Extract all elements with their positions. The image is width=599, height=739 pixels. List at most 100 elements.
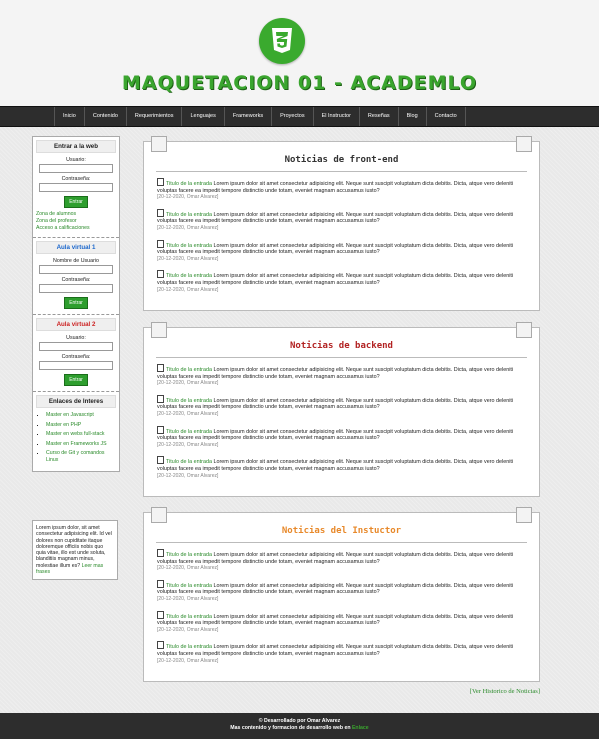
panel-clip-left	[151, 507, 167, 523]
nav-item-lenguajes[interactable]: Lenguajes	[181, 107, 223, 126]
panel-divider	[156, 171, 527, 172]
site-title: MAQUETACION 01 - ACADEMLO	[121, 72, 478, 94]
footer-brand-link[interactable]: Enlace	[352, 725, 369, 731]
interest-link-git[interactable]: Curso de Git y comandos Linux	[46, 450, 116, 463]
nav-item-requerimientos[interactable]: Requerimientos	[125, 107, 182, 126]
nav-item-frameworks[interactable]: Frameworks	[223, 107, 271, 126]
footer-credit: © Desarrollado por Omar Alvarez	[258, 718, 341, 724]
login-user-input[interactable]	[39, 164, 113, 173]
link-zona-profesor[interactable]: Zona del profesor	[36, 218, 116, 225]
news-item: Titulo de la entrada Lorem ipsum dolor s…	[157, 456, 523, 479]
news-item-title-link[interactable]: Titulo de la entrada	[166, 552, 212, 558]
nav-item-instructor[interactable]: El Instructor	[312, 107, 359, 126]
document-icon	[157, 610, 164, 619]
aula2-heading: Aula virtual 2	[36, 318, 116, 331]
aula2-pass-label: Contraseña:	[61, 354, 91, 360]
interest-list: Master en Javascript Master en PHP Maste…	[36, 412, 116, 463]
panel-clip-right	[516, 136, 532, 152]
panel-clip-left	[151, 322, 167, 338]
panel-clip-left	[151, 136, 167, 152]
news-item: Titulo de la entrada Lorem ipsum dolor s…	[157, 549, 523, 572]
aula1-section: Aula virtual 1 Nombre de Usuario Contras…	[33, 238, 119, 315]
document-icon	[157, 364, 164, 372]
panel-instructor: Noticias del Instuctor Titulo de la entr…	[143, 507, 540, 682]
login-links: Zona de alumnos Zona del profesor Acceso…	[36, 211, 116, 232]
panel-title: Noticias de front-end	[284, 155, 399, 165]
aula1-pass-input[interactable]	[39, 284, 113, 293]
document-icon	[157, 394, 164, 403]
sidebar: Entrar a la web Usuario: Contraseña: Ent…	[32, 136, 120, 472]
news-item-title-link[interactable]: Titulo de la entrada	[166, 429, 212, 435]
link-calificaciones[interactable]: Acceso a calificaciones	[36, 225, 116, 232]
login-heading: Entrar a la web	[36, 140, 116, 153]
news-history-link[interactable]: [Ver Historico de Noticias]	[470, 688, 540, 695]
quote-box: Lorem ipsum dolor, sit amet consectetur …	[32, 520, 118, 581]
document-icon	[157, 549, 164, 557]
aula2-user-label: Usuario:	[66, 335, 86, 341]
news-item: Titulo de la entrada Lorem ipsum dolor s…	[157, 178, 523, 201]
news-item-meta: [20-12-2020, Omar Alvarez]	[157, 255, 219, 262]
document-icon	[157, 178, 164, 186]
news-item-title-link[interactable]: Titulo de la entrada	[166, 398, 212, 404]
nav-item-blog[interactable]: Blog	[397, 107, 426, 126]
aula1-user-input[interactable]	[39, 265, 113, 274]
nav-item-resenas[interactable]: Reseñas	[358, 107, 398, 126]
nav-item-inicio[interactable]: Inicio	[54, 107, 84, 126]
aula1-user-label: Nombre de Usuario	[53, 258, 99, 264]
aula2-submit-button[interactable]: Entrar	[64, 374, 88, 386]
login-user-label: Usuario:	[66, 157, 86, 163]
nav-item-proyectos[interactable]: Proyectos	[271, 107, 312, 126]
news-item: Titulo de la entrada Lorem ipsum dolor s…	[157, 364, 523, 387]
news-item-title-link[interactable]: Titulo de la entrada	[166, 367, 212, 373]
footer: © Desarrollado por Omar Alvarez Mas cont…	[0, 713, 599, 739]
aula2-user-input[interactable]	[39, 342, 113, 351]
nav-item-contenido[interactable]: Contenido	[83, 107, 126, 126]
news-item: Titulo de la entrada Lorem ipsum dolor s…	[157, 270, 523, 293]
link-zona-alumnos[interactable]: Zona de alumnos	[36, 211, 116, 218]
footer-more-text: Mas contenido y formacion de desarrollo …	[230, 725, 351, 731]
news-item-title-link[interactable]: Titulo de la entrada	[166, 583, 212, 589]
panel-divider	[156, 357, 527, 358]
news-item-meta: [20-12-2020, Omar Alvarez]	[157, 626, 219, 633]
news-item-title-link[interactable]: Titulo de la entrada	[166, 243, 212, 249]
login-section: Entrar a la web Usuario: Contraseña: Ent…	[33, 137, 119, 238]
aula2-pass-input[interactable]	[39, 361, 113, 370]
interest-link-fullstack[interactable]: Master en webs full-stack	[46, 431, 116, 438]
news-item: Titulo de la entrada Lorem ipsum dolor s…	[157, 610, 523, 634]
aula1-submit-button[interactable]: Entrar	[64, 297, 88, 309]
news-item-meta: [20-12-2020, Omar Alvarez]	[157, 472, 219, 479]
panel-title: Noticias de backend	[290, 341, 393, 351]
aula1-heading: Aula virtual 1	[36, 241, 116, 254]
main-nav: Inicio Contenido Requerimientos Lenguaje…	[0, 106, 599, 127]
news-item: Titulo de la entrada Lorem ipsum dolor s…	[157, 641, 523, 664]
interest-link-frameworks[interactable]: Master en Frameworks JS	[46, 441, 116, 448]
news-item: Titulo de la entrada Lorem ipsum dolor s…	[157, 579, 523, 603]
interest-link-php[interactable]: Master en PHP	[46, 422, 116, 429]
login-pass-label: Contraseña:	[61, 176, 91, 182]
document-icon	[157, 208, 164, 217]
news-item-title-link[interactable]: Titulo de la entrada	[166, 212, 212, 218]
news-item-title-link[interactable]: Titulo de la entrada	[166, 644, 212, 650]
aula1-pass-label: Contraseña:	[61, 277, 91, 283]
aula2-section: Aula virtual 2 Usuario: Contraseña: Entr…	[33, 315, 119, 392]
panel-divider	[156, 542, 527, 543]
news-item-meta: [20-12-2020, Omar Alvarez]	[157, 380, 219, 387]
login-pass-input[interactable]	[39, 183, 113, 192]
interest-heading: Enlaces de Interes	[36, 395, 116, 408]
news-item-meta: [20-12-2020, Omar Alvarez]	[157, 224, 219, 231]
css3-logo-icon[interactable]	[259, 18, 305, 64]
nav-item-contacto[interactable]: Contacto	[425, 107, 466, 126]
news-item-title-link[interactable]: Titulo de la entrada	[166, 181, 212, 187]
news-item-meta: [20-12-2020, Omar Alvarez]	[157, 657, 219, 664]
interest-link-javascript[interactable]: Master en Javascript	[46, 412, 116, 419]
news-item-title-link[interactable]: Titulo de la entrada	[166, 459, 212, 465]
news-item: Titulo de la entrada Lorem ipsum dolor s…	[157, 208, 523, 232]
news-item-meta: [20-12-2020, Omar Alvarez]	[157, 286, 219, 293]
news-item-meta: [20-12-2020, Omar Alvarez]	[157, 565, 219, 572]
news-item-title-link[interactable]: Titulo de la entrada	[166, 273, 212, 279]
document-icon	[157, 239, 164, 248]
login-submit-button[interactable]: Entrar	[64, 196, 88, 208]
news-item-title-link[interactable]: Titulo de la entrada	[166, 614, 212, 620]
panel-backend: Noticias de backend Titulo de la entrada…	[143, 322, 540, 497]
footer-more-line: Mas contenido y formacion de desarrollo …	[0, 725, 599, 732]
